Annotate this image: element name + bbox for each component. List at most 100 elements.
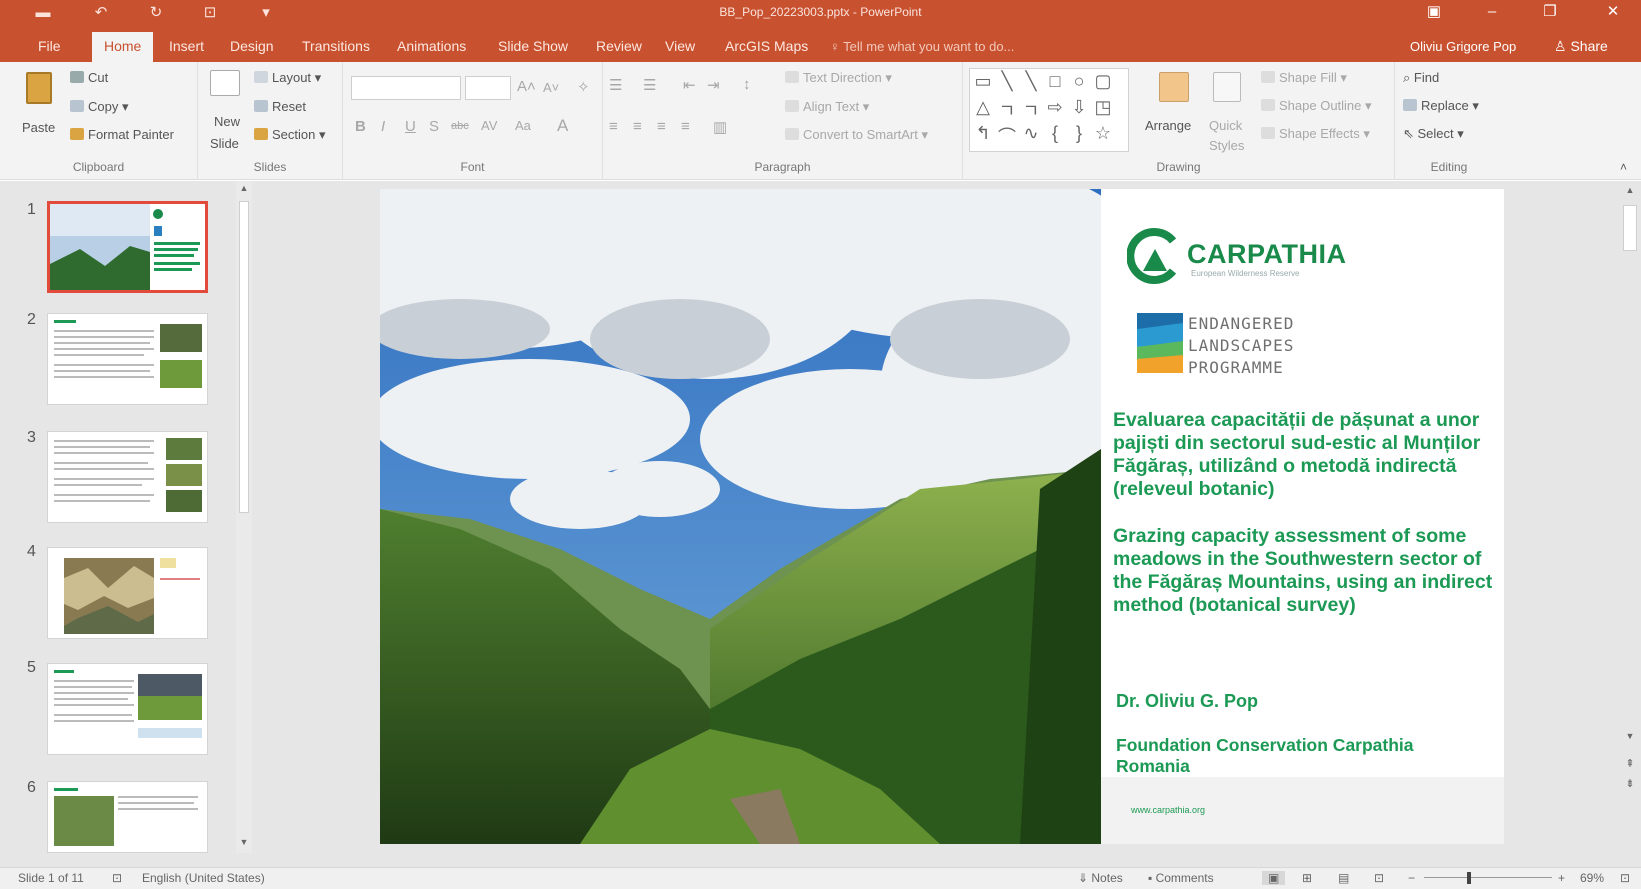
- format-painter-button[interactable]: Format Painter: [70, 127, 174, 142]
- scroll-down-arrow-icon[interactable]: ▼: [236, 837, 252, 847]
- font-name-combo[interactable]: [351, 76, 461, 100]
- increase-indent-icon[interactable]: ⇥: [707, 76, 720, 94]
- align-right-icon[interactable]: ≡: [657, 118, 666, 135]
- replace-button[interactable]: Replace ▾: [1403, 98, 1479, 114]
- down-arrow-shape-icon[interactable]: ⇩: [1066, 97, 1092, 118]
- shrink-font-icon[interactable]: A˅: [543, 80, 559, 95]
- shapes-gallery[interactable]: ▭ ╲ ╲ □ ○ ▢ △ ㄱ ㄱ ⇨ ⇩ ◳ ↰ ⌒ ∿ { } ☆: [969, 68, 1129, 152]
- close-icon[interactable]: ✕: [1591, 0, 1635, 26]
- zoom-slider-thumb[interactable]: [1467, 872, 1471, 884]
- align-text-button[interactable]: Align Text ▾: [785, 99, 869, 115]
- layout-button[interactable]: Layout ▾: [254, 70, 321, 86]
- paste-button[interactable]: Paste: [18, 70, 60, 144]
- arrow-line-shape-icon[interactable]: ╲: [1018, 71, 1044, 92]
- slide-thumbnail-4[interactable]: [47, 547, 208, 639]
- reading-view-icon[interactable]: ▤: [1338, 871, 1349, 885]
- notes-button[interactable]: ⇓ Notes: [1078, 871, 1123, 885]
- font-size-combo[interactable]: [465, 76, 511, 100]
- align-left-icon[interactable]: ≡: [609, 118, 618, 135]
- collapse-ribbon-icon[interactable]: ˄: [1620, 160, 1627, 174]
- tab-file[interactable]: File: [28, 34, 71, 62]
- slide-canvas[interactable]: CARPATHIA European Wilderness Reserve EN…: [380, 189, 1504, 844]
- landscape-photo[interactable]: [380, 189, 1101, 844]
- ribbon-display-icon[interactable]: ▣: [1412, 0, 1456, 26]
- comments-button[interactable]: ▪ Comments: [1148, 871, 1214, 885]
- underline-icon[interactable]: U: [405, 118, 416, 135]
- new-slide-button[interactable]: New Slide: [204, 68, 244, 158]
- scroll-down-arrow-icon[interactable]: ▼: [1619, 731, 1641, 741]
- copy-button[interactable]: Copy ▾: [70, 99, 129, 115]
- organization-name[interactable]: Foundation Conservation Carpathia Romani…: [1116, 735, 1476, 777]
- fit-slide-icon[interactable]: ⊡: [1620, 871, 1630, 885]
- tab-arcgis-maps[interactable]: ArcGIS Maps: [715, 34, 818, 62]
- share-button[interactable]: ♙ Share: [1554, 34, 1608, 58]
- columns-icon[interactable]: ▥: [713, 118, 727, 136]
- slide-thumbnail-1[interactable]: [47, 201, 208, 293]
- font-color-icon[interactable]: A: [557, 116, 568, 136]
- curve-shape-icon[interactable]: ⌒: [994, 123, 1020, 149]
- tab-slide-show[interactable]: Slide Show: [488, 34, 578, 62]
- zoom-out-icon[interactable]: −: [1408, 871, 1415, 885]
- reset-button[interactable]: Reset: [254, 99, 306, 114]
- strikethrough-icon[interactable]: abc: [451, 120, 469, 132]
- romanian-title[interactable]: Evaluarea capacității de pășunat a unor …: [1113, 409, 1498, 501]
- tab-insert[interactable]: Insert: [159, 34, 214, 62]
- convert-smartart-button[interactable]: Convert to SmartArt ▾: [785, 127, 928, 143]
- align-center-icon[interactable]: ≡: [633, 118, 642, 135]
- thumbnail-scrollbar[interactable]: ▲ ▼: [236, 181, 252, 853]
- tab-transitions[interactable]: Transitions: [292, 34, 380, 62]
- language-indicator[interactable]: English (United States): [142, 871, 265, 885]
- curved-arrow-shape-icon[interactable]: ↰: [970, 123, 996, 144]
- line-shape-icon[interactable]: ╲: [994, 71, 1020, 92]
- shape-fill-button[interactable]: Shape Fill ▾: [1261, 70, 1347, 86]
- slideshow-view-icon[interactable]: ⊡: [1374, 871, 1384, 885]
- justify-icon[interactable]: ≡: [681, 118, 690, 135]
- minimize-icon[interactable]: –: [1470, 0, 1514, 26]
- tab-view[interactable]: View: [655, 34, 705, 62]
- english-title[interactable]: Grazing capacity assessment of some mead…: [1113, 525, 1498, 617]
- tab-home[interactable]: Home: [92, 32, 154, 62]
- textbox-shape-icon[interactable]: ▭: [970, 71, 996, 92]
- scroll-up-arrow-icon[interactable]: ▲: [236, 183, 252, 193]
- previous-slide-icon[interactable]: ⇞: [1619, 757, 1641, 770]
- star-shape-icon[interactable]: ☆: [1090, 123, 1116, 144]
- slide-thumbnail-2[interactable]: [47, 313, 208, 405]
- triangle-shape-icon[interactable]: △: [970, 97, 996, 118]
- line-spacing-icon[interactable]: ↕: [743, 76, 751, 93]
- change-case-icon[interactable]: Aa: [515, 118, 531, 133]
- slide-thumbnail-5[interactable]: [47, 663, 208, 755]
- decrease-indent-icon[interactable]: ⇤: [683, 76, 696, 94]
- bullets-icon[interactable]: ☰: [609, 76, 622, 94]
- section-button[interactable]: Section ▾: [254, 127, 326, 143]
- text-direction-button[interactable]: Text Direction ▾: [785, 70, 892, 86]
- italic-icon[interactable]: I: [381, 118, 385, 135]
- elbow-connector-shape-icon[interactable]: ㄱ: [994, 97, 1020, 123]
- slide-scrollbar[interactable]: ▲ ▼ ⇞ ⇟: [1619, 181, 1641, 867]
- grow-font-icon[interactable]: A˄: [517, 78, 536, 95]
- tab-review[interactable]: Review: [586, 34, 652, 62]
- left-brace-shape-icon[interactable]: {: [1042, 123, 1068, 144]
- freeform-shape-icon[interactable]: ∿: [1018, 123, 1044, 144]
- cut-button[interactable]: Cut: [70, 70, 108, 85]
- quick-styles-button[interactable]: Quick Styles: [1205, 68, 1249, 153]
- right-brace-shape-icon[interactable]: }: [1066, 123, 1092, 144]
- restore-icon[interactable]: ❐: [1528, 0, 1572, 26]
- numbering-icon[interactable]: ☰: [643, 76, 656, 94]
- find-button[interactable]: ⌕ Find: [1403, 70, 1439, 86]
- user-name[interactable]: Oliviu Grigore Pop: [1410, 39, 1516, 54]
- slide-scroll-thumb[interactable]: [1623, 205, 1637, 251]
- slide-thumbnail-6[interactable]: [47, 781, 208, 853]
- spell-check-icon[interactable]: ⊡: [112, 871, 122, 885]
- elbow-arrow-shape-icon[interactable]: ㄱ: [1018, 97, 1044, 123]
- callout-shape-icon[interactable]: ◳: [1090, 97, 1116, 118]
- scroll-up-arrow-icon[interactable]: ▲: [1619, 185, 1641, 195]
- rectangle-shape-icon[interactable]: □: [1042, 71, 1068, 92]
- character-spacing-icon[interactable]: AV: [481, 118, 497, 133]
- oval-shape-icon[interactable]: ○: [1066, 71, 1092, 92]
- next-slide-icon[interactable]: ⇟: [1619, 777, 1641, 790]
- select-button[interactable]: ⇖ Select ▾: [1403, 126, 1464, 142]
- normal-view-icon[interactable]: ▣: [1262, 871, 1286, 885]
- tab-design[interactable]: Design: [220, 34, 284, 62]
- shape-outline-button[interactable]: Shape Outline ▾: [1261, 98, 1372, 114]
- zoom-in-icon[interactable]: +: [1558, 871, 1565, 885]
